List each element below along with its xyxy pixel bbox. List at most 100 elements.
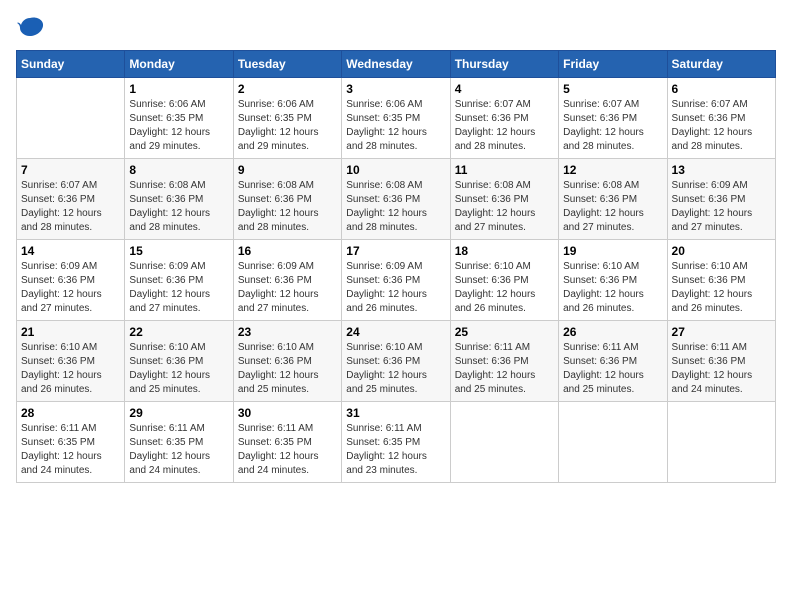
day-number: 16 xyxy=(238,244,337,258)
page-header xyxy=(16,16,776,38)
calendar-cell: 7 Sunrise: 6:07 AM Sunset: 6:36 PM Daylig… xyxy=(17,159,125,240)
day-number: 24 xyxy=(346,325,445,339)
calendar-cell: 2Sunrise: 6:06 AM Sunset: 6:35 PM Daylig… xyxy=(233,78,341,159)
calendar-cell: 15Sunrise: 6:09 AM Sunset: 6:36 PM Dayli… xyxy=(125,240,233,321)
day-number: 29 xyxy=(129,406,228,420)
calendar-cell: 29Sunrise: 6:11 AM Sunset: 6:35 PM Dayli… xyxy=(125,402,233,483)
day-number: 27 xyxy=(672,325,771,339)
day-number: 28 xyxy=(21,406,120,420)
day-number: 10 xyxy=(346,163,445,177)
day-info: Sunrise: 6:08 AM Sunset: 6:36 PM Dayligh… xyxy=(238,179,337,235)
day-info: Sunrise: 6:09 AM Sunset: 6:36 PM Dayligh… xyxy=(238,260,337,316)
day-number: 17 xyxy=(346,244,445,258)
calendar-week-1: 1 Sunrise: 6:06 AM Sunset: 6:35 PM Daylig… xyxy=(17,78,776,159)
calendar-week-3: 14Sunrise: 6:09 AM Sunset: 6:36 PM Dayli… xyxy=(17,240,776,321)
day-info: Sunrise: 6:10 AM Sunset: 6:36 PM Dayligh… xyxy=(238,341,337,397)
calendar-week-2: 7 Sunrise: 6:07 AM Sunset: 6:36 PM Daylig… xyxy=(17,159,776,240)
calendar-cell xyxy=(17,78,125,159)
calendar-week-4: 21 Sunrise: 6:10 AM Sunset: 6:36 PM Dayli… xyxy=(17,321,776,402)
calendar-cell xyxy=(450,402,558,483)
calendar-cell: 8Sunrise: 6:08 AM Sunset: 6:36 PM Daylig… xyxy=(125,159,233,240)
calendar-cell: 30 Sunrise: 6:11 AM Sunset: 6:35 PM Dayli… xyxy=(233,402,341,483)
day-info: Sunrise: 6:07 AM Sunset: 6:36 PM Dayligh… xyxy=(455,98,554,154)
calendar-cell: 1 Sunrise: 6:06 AM Sunset: 6:35 PM Daylig… xyxy=(125,78,233,159)
day-header-friday: Friday xyxy=(559,51,667,78)
day-info: Sunrise: 6:09 AM Sunset: 6:36 PM Dayligh… xyxy=(21,260,120,316)
day-number: 23 xyxy=(238,325,337,339)
day-info: Sunrise: 6:09 AM Sunset: 6:36 PM Dayligh… xyxy=(346,260,445,316)
calendar-cell xyxy=(559,402,667,483)
day-number: 4 xyxy=(455,82,554,96)
day-header-wednesday: Wednesday xyxy=(342,51,450,78)
day-number: 7 xyxy=(21,163,120,177)
calendar-cell: 25 Sunrise: 6:11 AM Sunset: 6:36 PM Dayli… xyxy=(450,321,558,402)
logo xyxy=(16,16,48,38)
day-info: Sunrise: 6:11 AM Sunset: 6:35 PM Dayligh… xyxy=(346,422,445,478)
day-number: 21 xyxy=(21,325,120,339)
day-info: Sunrise: 6:09 AM Sunset: 6:36 PM Dayligh… xyxy=(672,179,771,235)
calendar-cell: 18 Sunrise: 6:10 AM Sunset: 6:36 PM Dayli… xyxy=(450,240,558,321)
day-number: 9 xyxy=(238,163,337,177)
calendar-cell: 10 Sunrise: 6:08 AM Sunset: 6:36 PM Dayli… xyxy=(342,159,450,240)
day-number: 20 xyxy=(672,244,771,258)
day-info: Sunrise: 6:11 AM Sunset: 6:35 PM Dayligh… xyxy=(21,422,120,478)
day-number: 1 xyxy=(129,82,228,96)
day-info: Sunrise: 6:10 AM Sunset: 6:36 PM Dayligh… xyxy=(21,341,120,397)
day-number: 30 xyxy=(238,406,337,420)
calendar-cell: 16 Sunrise: 6:09 AM Sunset: 6:36 PM Dayli… xyxy=(233,240,341,321)
calendar-cell: 12Sunrise: 6:08 AM Sunset: 6:36 PM Dayli… xyxy=(559,159,667,240)
day-number: 31 xyxy=(346,406,445,420)
calendar-cell: 21 Sunrise: 6:10 AM Sunset: 6:36 PM Dayli… xyxy=(17,321,125,402)
calendar-table: SundayMondayTuesdayWednesdayThursdayFrid… xyxy=(16,50,776,483)
day-info: Sunrise: 6:06 AM Sunset: 6:35 PM Dayligh… xyxy=(346,98,445,154)
calendar-cell: 9 Sunrise: 6:08 AM Sunset: 6:36 PM Daylig… xyxy=(233,159,341,240)
day-number: 6 xyxy=(672,82,771,96)
day-header-sunday: Sunday xyxy=(17,51,125,78)
day-number: 19 xyxy=(563,244,662,258)
day-info: Sunrise: 6:06 AM Sunset: 6:35 PM Dayligh… xyxy=(238,98,337,154)
day-info: Sunrise: 6:08 AM Sunset: 6:36 PM Dayligh… xyxy=(346,179,445,235)
calendar-cell: 28 Sunrise: 6:11 AM Sunset: 6:35 PM Dayli… xyxy=(17,402,125,483)
day-header-saturday: Saturday xyxy=(667,51,775,78)
day-header-tuesday: Tuesday xyxy=(233,51,341,78)
day-number: 26 xyxy=(563,325,662,339)
calendar-cell: 3 Sunrise: 6:06 AM Sunset: 6:35 PM Daylig… xyxy=(342,78,450,159)
day-info: Sunrise: 6:11 AM Sunset: 6:36 PM Dayligh… xyxy=(563,341,662,397)
calendar-cell: 22 Sunrise: 6:10 AM Sunset: 6:36 PM Dayli… xyxy=(125,321,233,402)
calendar-cell: 24 Sunrise: 6:10 AM Sunset: 6:36 PM Dayli… xyxy=(342,321,450,402)
calendar-cell: 27 Sunrise: 6:11 AM Sunset: 6:36 PM Dayli… xyxy=(667,321,775,402)
day-number: 13 xyxy=(672,163,771,177)
day-info: Sunrise: 6:07 AM Sunset: 6:36 PM Dayligh… xyxy=(672,98,771,154)
day-info: Sunrise: 6:06 AM Sunset: 6:35 PM Dayligh… xyxy=(129,98,228,154)
calendar-cell: 31 Sunrise: 6:11 AM Sunset: 6:35 PM Dayli… xyxy=(342,402,450,483)
calendar-cell: 13 Sunrise: 6:09 AM Sunset: 6:36 PM Dayli… xyxy=(667,159,775,240)
day-info: Sunrise: 6:08 AM Sunset: 6:36 PM Dayligh… xyxy=(563,179,662,235)
day-info: Sunrise: 6:08 AM Sunset: 6:36 PM Dayligh… xyxy=(129,179,228,235)
day-info: Sunrise: 6:08 AM Sunset: 6:36 PM Dayligh… xyxy=(455,179,554,235)
day-info: Sunrise: 6:10 AM Sunset: 6:36 PM Dayligh… xyxy=(672,260,771,316)
day-number: 22 xyxy=(129,325,228,339)
day-number: 25 xyxy=(455,325,554,339)
calendar-week-5: 28 Sunrise: 6:11 AM Sunset: 6:35 PM Dayli… xyxy=(17,402,776,483)
day-header-monday: Monday xyxy=(125,51,233,78)
calendar-cell: 6 Sunrise: 6:07 AM Sunset: 6:36 PM Daylig… xyxy=(667,78,775,159)
day-info: Sunrise: 6:09 AM Sunset: 6:36 PM Dayligh… xyxy=(129,260,228,316)
calendar-cell: 4 Sunrise: 6:07 AM Sunset: 6:36 PM Daylig… xyxy=(450,78,558,159)
day-info: Sunrise: 6:10 AM Sunset: 6:36 PM Dayligh… xyxy=(455,260,554,316)
calendar-cell: 11Sunrise: 6:08 AM Sunset: 6:36 PM Dayli… xyxy=(450,159,558,240)
calendar-cell: 19 Sunrise: 6:10 AM Sunset: 6:36 PM Dayli… xyxy=(559,240,667,321)
day-info: Sunrise: 6:10 AM Sunset: 6:36 PM Dayligh… xyxy=(563,260,662,316)
calendar-cell: 17 Sunrise: 6:09 AM Sunset: 6:36 PM Dayli… xyxy=(342,240,450,321)
day-info: Sunrise: 6:07 AM Sunset: 6:36 PM Dayligh… xyxy=(21,179,120,235)
day-info: Sunrise: 6:11 AM Sunset: 6:35 PM Dayligh… xyxy=(238,422,337,478)
calendar-cell: 23 Sunrise: 6:10 AM Sunset: 6:36 PM Dayli… xyxy=(233,321,341,402)
day-header-thursday: Thursday xyxy=(450,51,558,78)
day-number: 18 xyxy=(455,244,554,258)
day-info: Sunrise: 6:10 AM Sunset: 6:36 PM Dayligh… xyxy=(129,341,228,397)
day-number: 3 xyxy=(346,82,445,96)
calendar-cell xyxy=(667,402,775,483)
day-info: Sunrise: 6:11 AM Sunset: 6:36 PM Dayligh… xyxy=(672,341,771,397)
day-info: Sunrise: 6:10 AM Sunset: 6:36 PM Dayligh… xyxy=(346,341,445,397)
day-info: Sunrise: 6:11 AM Sunset: 6:36 PM Dayligh… xyxy=(455,341,554,397)
calendar-header: SundayMondayTuesdayWednesdayThursdayFrid… xyxy=(17,51,776,78)
